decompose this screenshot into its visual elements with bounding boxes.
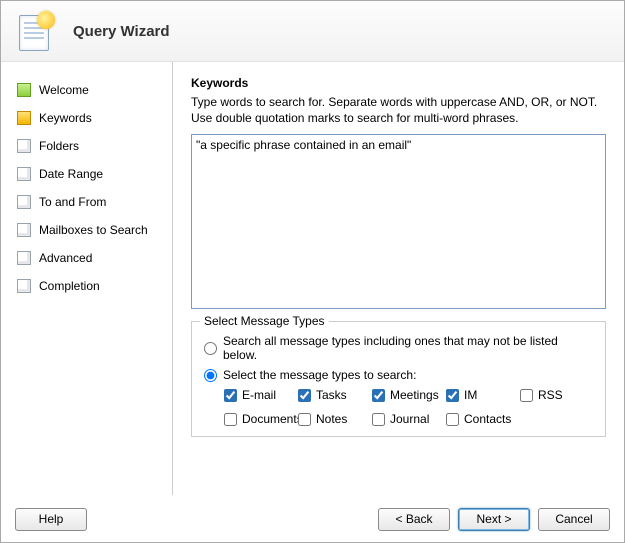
radio-label: Search all message types including ones …	[223, 334, 595, 362]
sidebar-item-label: Completion	[39, 279, 100, 293]
step-pending-icon	[17, 279, 31, 293]
main-panel: Keywords Type words to search for. Separ…	[173, 62, 624, 495]
sidebar-item-welcome[interactable]: Welcome	[1, 76, 172, 104]
header-title: Query Wizard	[73, 23, 170, 40]
type-rss-checkbox[interactable]	[520, 389, 533, 402]
type-rss[interactable]: RSS	[520, 388, 594, 402]
type-documents[interactable]: Documents	[224, 412, 298, 426]
type-documents-checkbox[interactable]	[224, 413, 237, 426]
sidebar-item-mailboxes[interactable]: Mailboxes to Search	[1, 216, 172, 244]
cancel-button[interactable]: Cancel	[538, 508, 610, 531]
sidebar-item-label: Advanced	[39, 251, 92, 265]
section-title: Keywords	[191, 76, 606, 90]
sidebar: Welcome Keywords Folders Date Range To a…	[1, 62, 173, 495]
type-label: Notes	[316, 412, 347, 426]
type-meetings-checkbox[interactable]	[372, 389, 385, 402]
type-contacts-checkbox[interactable]	[446, 413, 459, 426]
type-label: RSS	[538, 388, 563, 402]
sidebar-item-keywords[interactable]: Keywords	[1, 104, 172, 132]
type-label: Contacts	[464, 412, 511, 426]
wizard-icon	[15, 11, 55, 51]
type-notes-checkbox[interactable]	[298, 413, 311, 426]
sidebar-item-label: Keywords	[39, 111, 92, 125]
type-journal-checkbox[interactable]	[372, 413, 385, 426]
type-label: E-mail	[242, 388, 276, 402]
radio-select-types[interactable]: Select the message types to search:	[204, 368, 595, 382]
radio-all-types[interactable]: Search all message types including ones …	[204, 334, 595, 362]
type-label: Meetings	[390, 388, 439, 402]
radio-label: Select the message types to search:	[223, 368, 416, 382]
help-button[interactable]: Help	[15, 508, 87, 531]
step-done-icon	[17, 83, 31, 97]
sidebar-item-label: To and From	[39, 195, 106, 209]
sidebar-item-to-from[interactable]: To and From	[1, 188, 172, 216]
next-button[interactable]: Next >	[458, 508, 530, 531]
step-pending-icon	[17, 195, 31, 209]
type-label: Documents	[242, 412, 303, 426]
type-tasks[interactable]: Tasks	[298, 388, 372, 402]
types-grid: E-mail Tasks Meetings IM	[224, 388, 595, 426]
sidebar-item-date-range[interactable]: Date Range	[1, 160, 172, 188]
type-im[interactable]: IM	[446, 388, 520, 402]
type-label: IM	[464, 388, 477, 402]
back-button[interactable]: < Back	[378, 508, 450, 531]
type-label: Journal	[390, 412, 429, 426]
type-notes[interactable]: Notes	[298, 412, 372, 426]
type-meetings[interactable]: Meetings	[372, 388, 446, 402]
type-email[interactable]: E-mail	[224, 388, 298, 402]
radio-all-types-input[interactable]	[204, 342, 217, 355]
sidebar-item-advanced[interactable]: Advanced	[1, 244, 172, 272]
sidebar-item-label: Mailboxes to Search	[39, 223, 148, 237]
header: Query Wizard	[1, 1, 624, 62]
type-email-checkbox[interactable]	[224, 389, 237, 402]
sidebar-item-folders[interactable]: Folders	[1, 132, 172, 160]
message-types-fieldset: Select Message Types Search all message …	[191, 321, 606, 437]
radio-select-types-input[interactable]	[204, 369, 217, 382]
type-tasks-checkbox[interactable]	[298, 389, 311, 402]
sidebar-item-label: Date Range	[39, 167, 103, 181]
step-active-icon	[17, 111, 31, 125]
fieldset-legend: Select Message Types	[200, 314, 329, 328]
type-label: Tasks	[316, 388, 347, 402]
type-journal[interactable]: Journal	[372, 412, 446, 426]
sidebar-item-completion[interactable]: Completion	[1, 272, 172, 300]
step-pending-icon	[17, 223, 31, 237]
step-pending-icon	[17, 251, 31, 265]
step-pending-icon	[17, 167, 31, 181]
sidebar-item-label: Folders	[39, 139, 79, 153]
body: Welcome Keywords Folders Date Range To a…	[1, 62, 624, 495]
footer: Help < Back Next > Cancel	[1, 495, 624, 542]
section-description: Type words to search for. Separate words…	[191, 94, 606, 126]
type-contacts[interactable]: Contacts	[446, 412, 520, 426]
sidebar-item-label: Welcome	[39, 83, 89, 97]
type-im-checkbox[interactable]	[446, 389, 459, 402]
keywords-input[interactable]	[191, 134, 606, 309]
wizard-window: Query Wizard Welcome Keywords Folders Da…	[0, 0, 625, 543]
step-pending-icon	[17, 139, 31, 153]
